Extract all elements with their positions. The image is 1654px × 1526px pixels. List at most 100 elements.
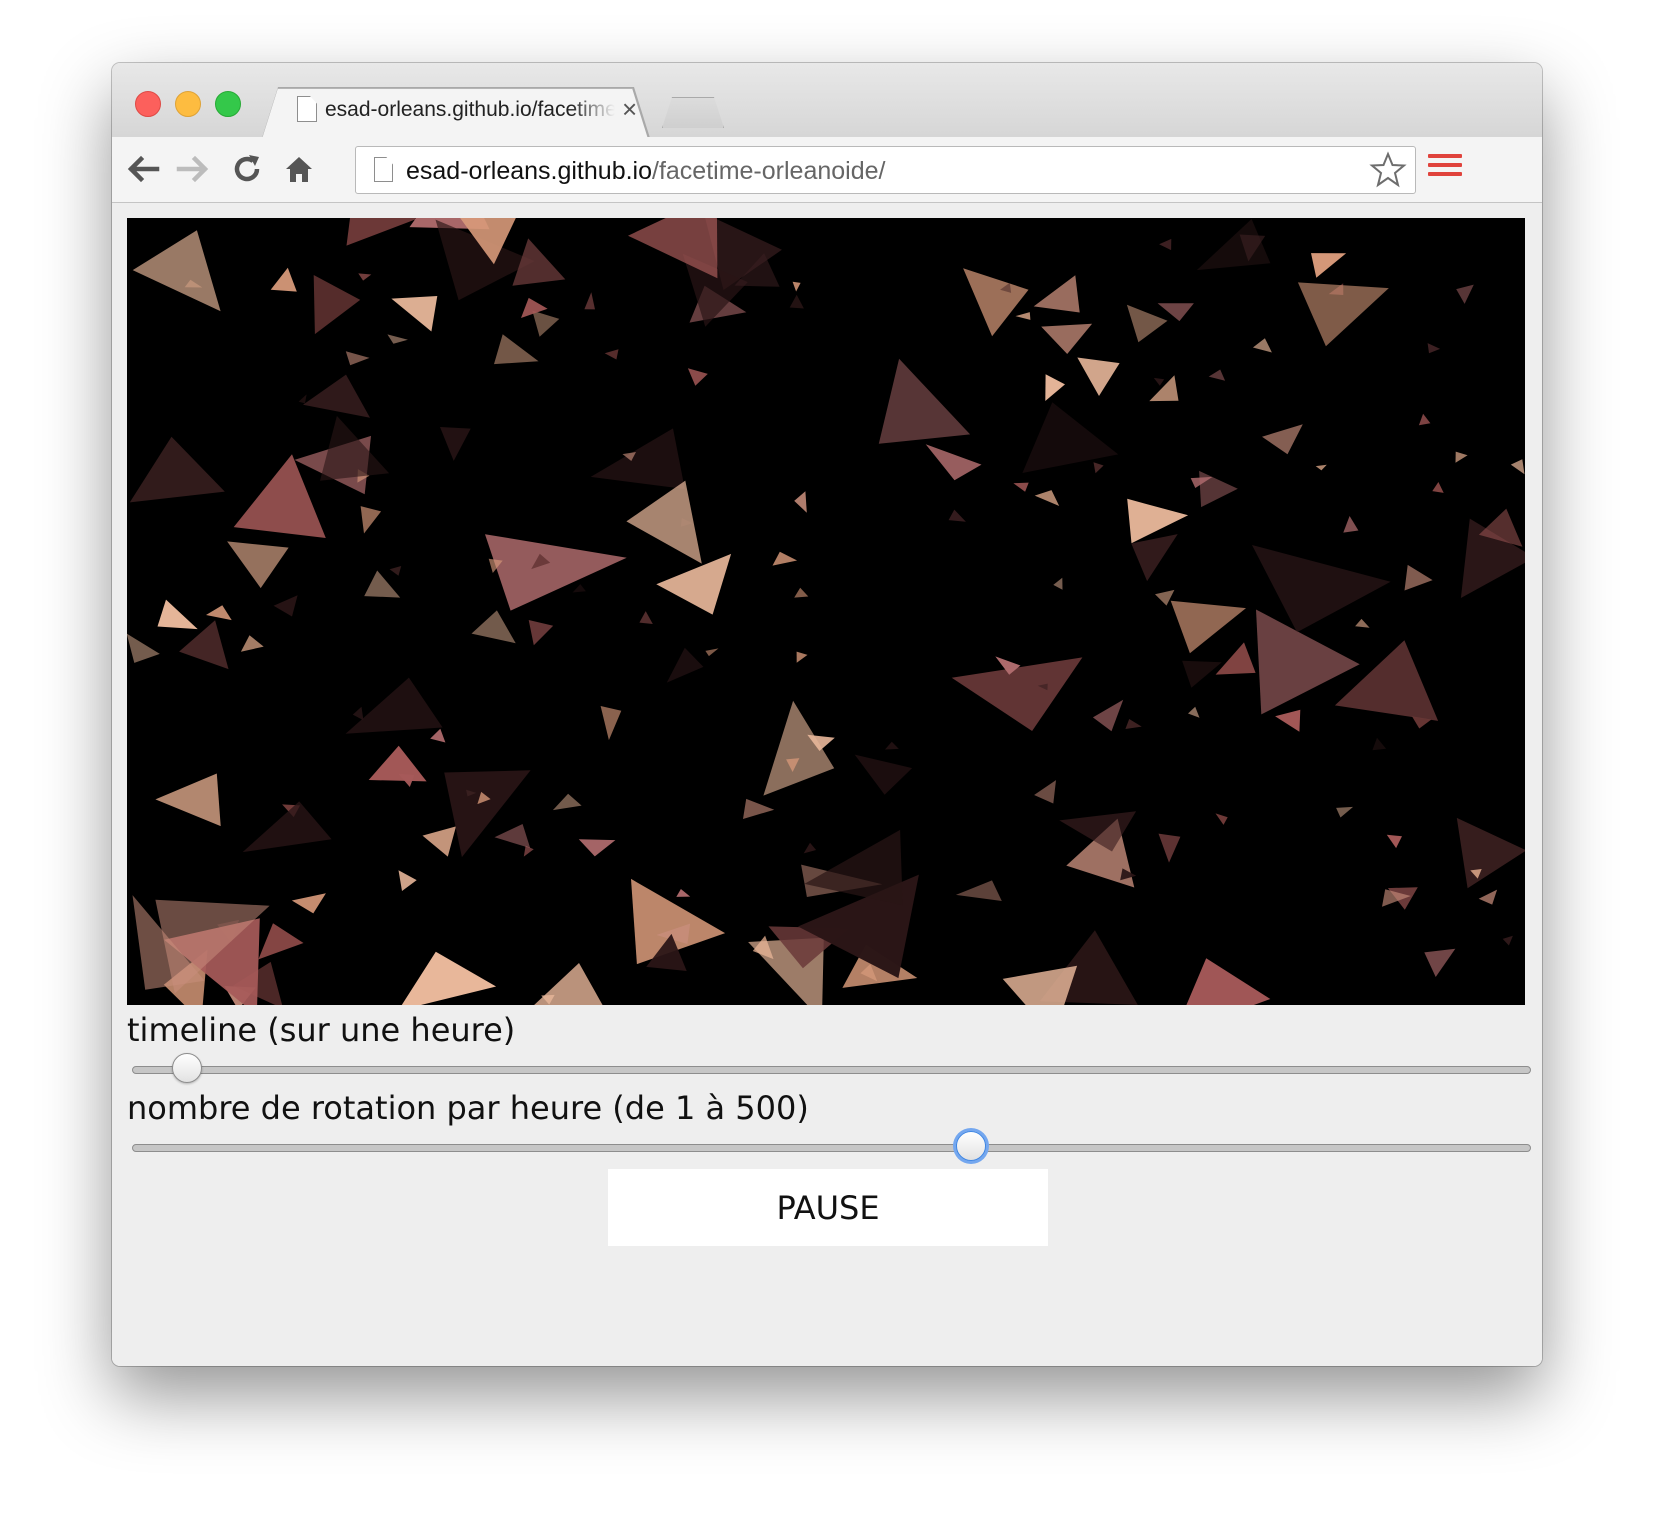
page-content: timeline (sur une heure) nombre de rotat… — [112, 203, 1542, 1366]
triangle-shape — [1093, 462, 1104, 474]
timeline-label: timeline (sur une heure) — [127, 1011, 516, 1049]
triangle-shape — [1157, 303, 1194, 322]
triangle-shape — [687, 368, 708, 386]
triangle-shape — [1215, 813, 1228, 825]
triangle-shape — [1199, 470, 1238, 508]
minimize-window-button[interactable] — [175, 91, 201, 117]
triangle-shape — [485, 534, 627, 611]
triangle-shape — [925, 444, 982, 481]
triangle-shape — [206, 605, 232, 621]
triangle-shape — [796, 651, 808, 663]
triangle-shape — [794, 587, 809, 598]
triangle-shape — [1125, 719, 1142, 729]
address-bar[interactable]: esad-orleans.github.io/facetime-orleanoi… — [355, 146, 1416, 194]
triangle-shape — [132, 230, 221, 312]
triangle-shape — [155, 773, 221, 827]
triangle-shape — [422, 826, 456, 857]
menu-icon[interactable] — [1428, 154, 1462, 184]
triangle-shape — [512, 238, 566, 286]
back-arrow-icon — [127, 155, 160, 183]
triangle-shape — [532, 310, 560, 337]
triangle-shape — [1126, 304, 1168, 343]
triangle-shape — [600, 706, 622, 741]
triangle-shape — [389, 566, 402, 576]
triangle-shape — [626, 480, 702, 564]
triangle-shape — [345, 351, 370, 366]
triangle-shape — [391, 296, 438, 332]
triangle-shape — [240, 635, 264, 652]
url-path: /facetime-orleanoide/ — [652, 157, 886, 185]
triangle-shape — [1455, 451, 1468, 463]
triangle-shape — [1372, 737, 1387, 751]
triangle-shape — [298, 394, 307, 404]
new-tab-button[interactable] — [662, 97, 724, 128]
triangle-shape — [1170, 600, 1246, 654]
tab-close-icon[interactable]: × — [622, 94, 637, 125]
triangle-shape — [1424, 948, 1456, 977]
home-icon — [286, 157, 312, 182]
triangle-shape — [129, 436, 225, 503]
forward-button[interactable] — [173, 149, 213, 189]
close-window-button[interactable] — [135, 91, 161, 117]
bookmark-star-icon[interactable] — [1369, 151, 1407, 189]
browser-toolbar: esad-orleans.github.io/facetime-orleanoi… — [112, 137, 1542, 203]
reload-button[interactable] — [227, 149, 267, 189]
triangle-shape — [1092, 699, 1124, 732]
triangle-shape — [358, 273, 372, 281]
triangle-shape — [1336, 806, 1354, 818]
triangle-shape — [1015, 312, 1031, 320]
triangle-shape — [291, 893, 326, 914]
triangle-shape — [604, 349, 619, 360]
triangle-shape — [440, 427, 471, 461]
triangle-shape — [1022, 402, 1119, 473]
triangle-shape — [763, 700, 835, 796]
triangle-shape — [1013, 482, 1029, 492]
forward-arrow-icon — [176, 155, 209, 183]
url-text[interactable]: esad-orleans.github.io/facetime-orleanoi… — [406, 157, 885, 186]
triangle-shape — [1034, 490, 1060, 506]
tab-strip: esad-orleans.github.io/facetime-orleanoi… — [112, 63, 1542, 137]
back-button[interactable] — [123, 149, 163, 189]
triangle-shape — [1155, 589, 1175, 606]
triangle-shape — [1334, 640, 1439, 721]
triangle-shape — [584, 292, 595, 310]
timeline-slider-thumb[interactable] — [172, 1053, 203, 1083]
triangle-shape — [258, 923, 304, 960]
home-button[interactable] — [279, 149, 319, 189]
triangle-shape — [1127, 498, 1189, 544]
triangle-shape — [803, 842, 817, 854]
triangle-shape — [1033, 275, 1080, 313]
triangle-shape — [273, 595, 298, 617]
triangle-shape — [1386, 834, 1402, 849]
triangle-shape — [1432, 482, 1444, 493]
triangle-shape — [1045, 374, 1065, 401]
triangle-shape — [1186, 958, 1271, 1005]
triangle-shape — [1041, 323, 1093, 354]
triangle-shape — [1275, 709, 1301, 732]
triangle-shape — [1404, 564, 1433, 591]
triangle-shape — [346, 218, 417, 246]
triangle-shape — [1510, 459, 1525, 475]
triangle-shape — [590, 428, 685, 489]
triangle-shape — [1478, 889, 1498, 905]
rotation-slider-thumb[interactable] — [956, 1131, 987, 1161]
triangle-shape — [955, 880, 1002, 901]
menu-bar — [1428, 163, 1462, 167]
pause-button[interactable]: PAUSE — [608, 1169, 1048, 1246]
triangle-shape — [1158, 833, 1181, 863]
triangle-animation-canvas — [127, 218, 1525, 1005]
triangle-shape — [1153, 377, 1165, 386]
triangle-shape — [270, 267, 297, 292]
triangle-shape — [401, 951, 497, 1005]
triangle-shape — [705, 648, 719, 657]
triangle-shape — [364, 570, 401, 598]
timeline-slider[interactable] — [132, 1053, 1531, 1083]
triangle-shape — [1355, 618, 1370, 628]
url-host: esad-orleans.github.io — [406, 157, 652, 185]
rotation-slider[interactable] — [132, 1131, 1531, 1161]
triangle-shape — [345, 677, 443, 734]
triangle-shape — [430, 728, 446, 743]
triangle-shape — [313, 275, 361, 335]
zoom-window-button[interactable] — [215, 91, 241, 117]
triangle-shape — [1311, 253, 1347, 278]
